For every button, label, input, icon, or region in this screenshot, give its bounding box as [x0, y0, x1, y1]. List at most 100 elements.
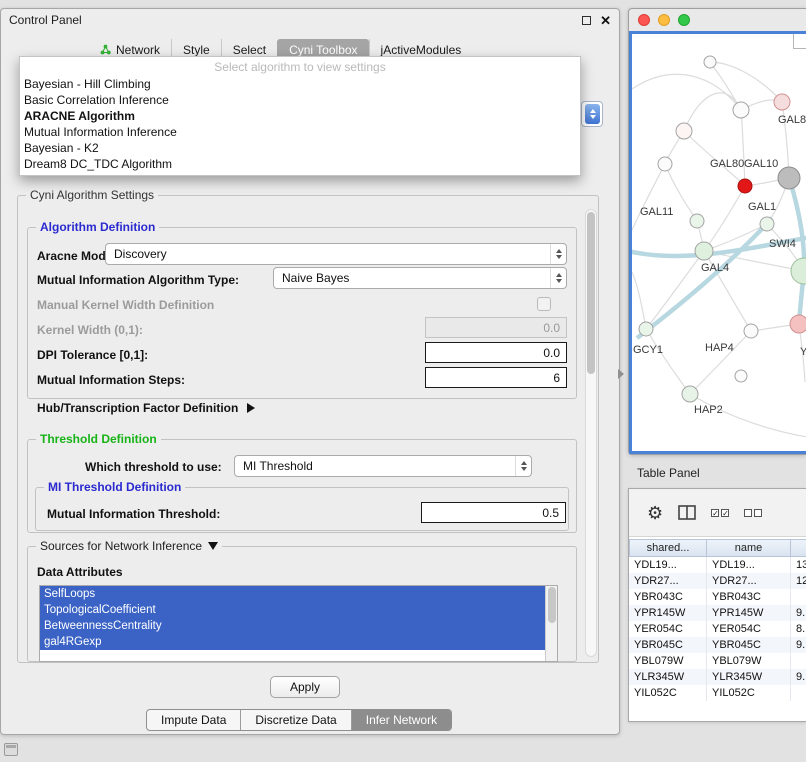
- expand-arrow-icon[interactable]: [247, 403, 255, 413]
- table-row[interactable]: YDR27...YDR27...12: [629, 573, 806, 589]
- network-node-label: GAL4: [701, 262, 729, 274]
- deselect-all-icon[interactable]: [744, 509, 762, 517]
- network-node[interactable]: [733, 102, 749, 118]
- network-node[interactable]: [639, 322, 653, 336]
- network-node[interactable]: [695, 242, 713, 260]
- table-row[interactable]: YER054CYER054C8.: [629, 621, 806, 637]
- dpi-tolerance-label: DPI Tolerance [0,1]:: [37, 348, 148, 362]
- table-row[interactable]: YDL19...YDL19...13: [629, 557, 806, 573]
- hub-definition-section[interactable]: Hub/Transcription Factor Definition: [37, 401, 255, 415]
- network-edge[interactable]: [646, 329, 690, 394]
- scrollbar-thumb[interactable]: [548, 587, 556, 623]
- table-header-name[interactable]: name: [707, 539, 791, 557]
- zoom-traffic-light-icon[interactable]: [678, 14, 690, 26]
- mi-threshold-field[interactable]: 0.5: [421, 502, 566, 523]
- minimize-traffic-light-icon[interactable]: [658, 14, 670, 26]
- network-edge[interactable]: [704, 186, 745, 251]
- mi-steps-field[interactable]: 6: [425, 367, 567, 388]
- tab-impute-data[interactable]: Impute Data: [147, 710, 240, 730]
- columns-icon[interactable]: [678, 505, 696, 520]
- which-threshold-combobox[interactable]: MI Threshold: [234, 455, 532, 477]
- mi-steps-label: Mutual Information Steps:: [37, 373, 185, 387]
- network-node[interactable]: [774, 94, 790, 110]
- network-node[interactable]: [658, 157, 672, 171]
- table-row[interactable]: YBL079WYBL079W: [629, 653, 806, 669]
- table-row[interactable]: YIL052CYIL052C: [629, 685, 806, 701]
- scrollbar-thumb[interactable]: [587, 212, 595, 374]
- network-graph[interactable]: GAL80GAL80GAL10GAL11GAL1SWI4GAL4GCY1HAP4…: [632, 34, 806, 451]
- network-node[interactable]: [735, 370, 747, 382]
- table-row[interactable]: YLR345WYLR345W9.: [629, 669, 806, 685]
- settings-scrollbar[interactable]: [585, 209, 597, 657]
- apply-button[interactable]: Apply: [270, 676, 340, 698]
- close-traffic-light-icon[interactable]: [638, 14, 650, 26]
- network-node-label: GAL80: [778, 114, 806, 126]
- network-node[interactable]: [790, 315, 806, 333]
- manual-kernel-width-checkbox[interactable]: [537, 297, 551, 311]
- network-edge[interactable]: [684, 93, 741, 131]
- checked-box-icon: ✓: [711, 509, 719, 517]
- network-node-label: Y: [800, 346, 806, 358]
- dpi-tolerance-field[interactable]: 0.0: [425, 342, 567, 363]
- tab-label: Network: [116, 43, 160, 57]
- kernel-width-field[interactable]: 0.0: [425, 317, 567, 338]
- algorithm-option-mutual-information-inference[interactable]: Mutual Information Inference: [20, 124, 580, 140]
- combobox-stepper-icon: [515, 456, 531, 476]
- network-edge[interactable]: [632, 164, 665, 230]
- algorithm-option-bayesian-hill-climbing[interactable]: Bayesian - Hill Climbing: [20, 76, 580, 92]
- table-header-col2[interactable]: [791, 539, 806, 557]
- network-node[interactable]: [690, 214, 704, 228]
- table-cell: YBR043C: [629, 589, 707, 605]
- network-edge[interactable]: [690, 331, 751, 394]
- network-edge[interactable]: [632, 74, 741, 110]
- select-all-icon[interactable]: ✓✓: [711, 509, 729, 517]
- tab-infer-network[interactable]: Infer Network: [351, 710, 451, 730]
- aracne-mode-combobox[interactable]: Discovery: [105, 243, 567, 265]
- empty-box-icon: [744, 509, 752, 517]
- network-window-titlebar[interactable]: [629, 9, 806, 31]
- algorithm-combobox[interactable]: [581, 101, 603, 127]
- data-attribute-betweennesscentrality[interactable]: BetweennessCentrality: [40, 618, 545, 634]
- algorithm-option-aracne-algorithm[interactable]: ARACNE Algorithm: [20, 108, 580, 124]
- algorithm-option-bayesian-k2[interactable]: Bayesian - K2: [20, 140, 580, 156]
- gear-icon[interactable]: ⚙: [647, 504, 663, 522]
- network-edge[interactable]: [710, 62, 782, 102]
- network-node[interactable]: [676, 123, 692, 139]
- data-attribute-selfloops[interactable]: SelfLoops: [40, 586, 545, 602]
- network-node[interactable]: [682, 386, 698, 402]
- divider-toggle-icon[interactable]: [618, 369, 624, 379]
- network-node[interactable]: [704, 56, 716, 68]
- table-row[interactable]: YBR043CYBR043C: [629, 589, 806, 605]
- network-node[interactable]: [791, 258, 806, 284]
- table-header-shared[interactable]: shared...: [629, 539, 707, 557]
- algorithm-option-dream8-dc-tdc-algorithm[interactable]: Dream8 DC_TDC Algorithm: [20, 156, 580, 172]
- float-window-icon[interactable]: [582, 16, 591, 25]
- mi-algorithm-type-combobox[interactable]: Naive Bayes: [273, 267, 567, 289]
- network-edge[interactable]: [710, 62, 741, 110]
- list-scrollbar[interactable]: [545, 586, 557, 661]
- network-node[interactable]: [760, 217, 774, 231]
- network-node[interactable]: [738, 179, 752, 193]
- algorithm-option-basic-correlation-inference[interactable]: Basic Correlation Inference: [20, 92, 580, 108]
- which-threshold-label: Which threshold to use:: [85, 460, 222, 474]
- tab-discretize-data[interactable]: Discretize Data: [240, 710, 350, 730]
- docked-panel-icon[interactable]: [4, 743, 18, 756]
- table-row[interactable]: YBR045CYBR045C9.: [629, 637, 806, 653]
- data-attributes-rows: SelfLoopsTopologicalCoefficientBetweenne…: [40, 586, 557, 650]
- network-edge-highlighted[interactable]: [637, 218, 772, 338]
- network-canvas[interactable]: GAL80GAL80GAL10GAL11GAL1SWI4GAL4GCY1HAP4…: [632, 34, 806, 451]
- control-panel-window: Control Panel ✕ NetworkStyleSelectCyni T…: [0, 8, 620, 735]
- kernel-width-label: Kernel Width (0,1):: [37, 323, 143, 337]
- network-node[interactable]: [778, 167, 800, 189]
- data-attribute-gal4rgexp[interactable]: gal4RGexp: [40, 634, 545, 650]
- collapse-arrow-icon[interactable]: [208, 542, 218, 550]
- network-edge[interactable]: [741, 110, 745, 186]
- network-node[interactable]: [744, 324, 758, 338]
- network-edge[interactable]: [632, 272, 646, 329]
- sources-section-header[interactable]: Sources for Network Inference: [36, 539, 222, 553]
- data-attribute-topologicalcoefficient[interactable]: TopologicalCoefficient: [40, 602, 545, 618]
- table-row[interactable]: YPR145WYPR145W9.: [629, 605, 806, 621]
- close-window-icon[interactable]: ✕: [600, 14, 611, 27]
- data-attributes-list[interactable]: SelfLoopsTopologicalCoefficientBetweenne…: [39, 585, 558, 662]
- mi-algorithm-type-value: Naive Bayes: [282, 271, 349, 285]
